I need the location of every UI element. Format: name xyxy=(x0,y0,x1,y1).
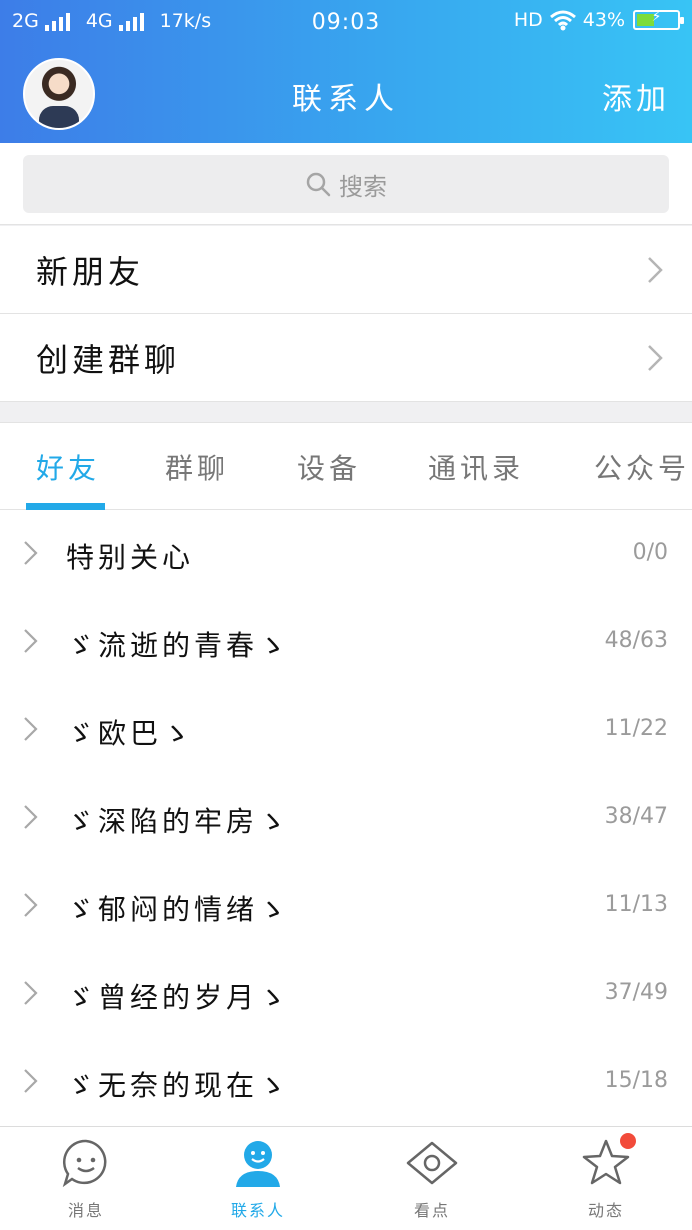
create-group-chat-label: 创建群聊 xyxy=(36,340,181,379)
search-input[interactable]: 搜索 xyxy=(23,155,669,213)
chevron-right-icon xyxy=(648,345,663,371)
new-friends-label: 新朋友 xyxy=(36,252,145,291)
group-name: ゞ深陷的牢房ゝ xyxy=(66,805,291,838)
nav-feed-label: 动态 xyxy=(587,1201,624,1220)
message-icon xyxy=(62,1139,107,1188)
nav-feed[interactable]: 动态 xyxy=(546,1127,666,1230)
chevron-right-icon xyxy=(648,257,663,283)
new-friends-row[interactable]: 新朋友 xyxy=(0,226,692,314)
tab-devices[interactable]: 设备 xyxy=(297,447,361,487)
nav-contacts-label: 联系人 xyxy=(230,1201,285,1220)
tab-address-book[interactable]: 通讯录 xyxy=(428,447,524,487)
search-section: 搜索 xyxy=(0,143,692,225)
tab-friends[interactable]: 好友 xyxy=(36,447,100,487)
group-count: 11/22 xyxy=(604,716,668,741)
chevron-right-icon xyxy=(24,981,38,1005)
group-row[interactable]: ゞ郁闷的情绪ゝ 11/13 xyxy=(0,862,692,950)
battery-percent: 43% xyxy=(582,9,625,31)
group-count: 0/0 xyxy=(632,540,668,565)
search-placeholder: 搜索 xyxy=(339,172,387,201)
group-name: ゞ流逝的青春ゝ xyxy=(66,629,291,662)
wifi-icon xyxy=(549,10,576,31)
group-name: ゞ欧巴ゝ xyxy=(66,717,195,750)
group-name: ゞ郁闷的情绪ゝ xyxy=(66,893,291,926)
hd-indicator: HD xyxy=(513,9,543,31)
nav-discover-label: 看点 xyxy=(413,1201,450,1220)
nav-messages-label: 消息 xyxy=(67,1201,104,1220)
group-name: ゞ无奈的现在ゝ xyxy=(66,1069,291,1102)
add-button[interactable]: 添加 xyxy=(602,74,670,118)
group-count: 38/47 xyxy=(604,804,668,829)
group-row[interactable]: ゞ无奈的现在ゝ 15/18 xyxy=(0,1038,692,1126)
group-name: 特别关心 xyxy=(66,541,195,574)
chevron-right-icon xyxy=(24,541,38,565)
group-row[interactable]: ゞ欧巴ゝ 11/22 xyxy=(0,686,692,774)
app-header: 2G 4G 17k/s 09:03 HD 43% ⚡ 联系人 添加 xyxy=(0,0,692,143)
search-icon xyxy=(306,172,331,197)
group-row[interactable]: ゞ深陷的牢房ゝ 38/47 xyxy=(0,774,692,862)
chevron-right-icon xyxy=(24,1069,38,1093)
charging-icon: ⚡ xyxy=(651,9,662,25)
nav-messages[interactable]: 消息 xyxy=(26,1127,146,1230)
group-count: 48/63 xyxy=(604,628,668,653)
group-count: 37/49 xyxy=(604,980,668,1005)
group-row[interactable]: ゞ曾经的岁月ゝ 37/49 xyxy=(0,950,692,1038)
group-row[interactable]: ゞ流逝的青春ゝ 48/63 xyxy=(0,598,692,686)
page-title: 联系人 xyxy=(292,82,400,117)
status-bar: 2G 4G 17k/s 09:03 HD 43% ⚡ xyxy=(0,0,692,46)
chevron-right-icon xyxy=(24,717,38,741)
group-name: ゞ曾经的岁月ゝ xyxy=(66,981,291,1014)
nav-discover[interactable]: 看点 xyxy=(372,1127,492,1230)
group-count: 11/13 xyxy=(604,892,668,917)
bottom-nav: 消息 联系人 看点 动态 xyxy=(0,1126,692,1230)
nav-contacts[interactable]: 联系人 xyxy=(198,1127,318,1230)
battery-icon: ⚡ xyxy=(633,9,684,30)
eye-icon xyxy=(406,1141,458,1185)
contact-tabs: 好友 群聊 设备 通讯录 公众号 xyxy=(0,422,692,510)
group-row[interactable]: 特别关心 0/0 xyxy=(0,510,692,598)
create-group-chat-row[interactable]: 创建群聊 xyxy=(0,314,692,402)
notification-badge xyxy=(620,1133,636,1149)
contacts-icon xyxy=(236,1141,280,1187)
tab-official-accounts[interactable]: 公众号 xyxy=(594,447,690,487)
tab-group-chats[interactable]: 群聊 xyxy=(165,447,229,487)
group-count: 15/18 xyxy=(604,1068,668,1093)
chevron-right-icon xyxy=(24,805,38,829)
chevron-right-icon xyxy=(24,629,38,653)
tab-active-indicator xyxy=(26,503,105,510)
chevron-right-icon xyxy=(24,893,38,917)
status-right: HD 43% ⚡ xyxy=(513,9,684,31)
friend-group-list: 特别关心 0/0 ゞ流逝的青春ゝ 48/63 ゞ欧巴ゝ 11/22 ゞ深陷的牢房… xyxy=(0,510,692,1126)
